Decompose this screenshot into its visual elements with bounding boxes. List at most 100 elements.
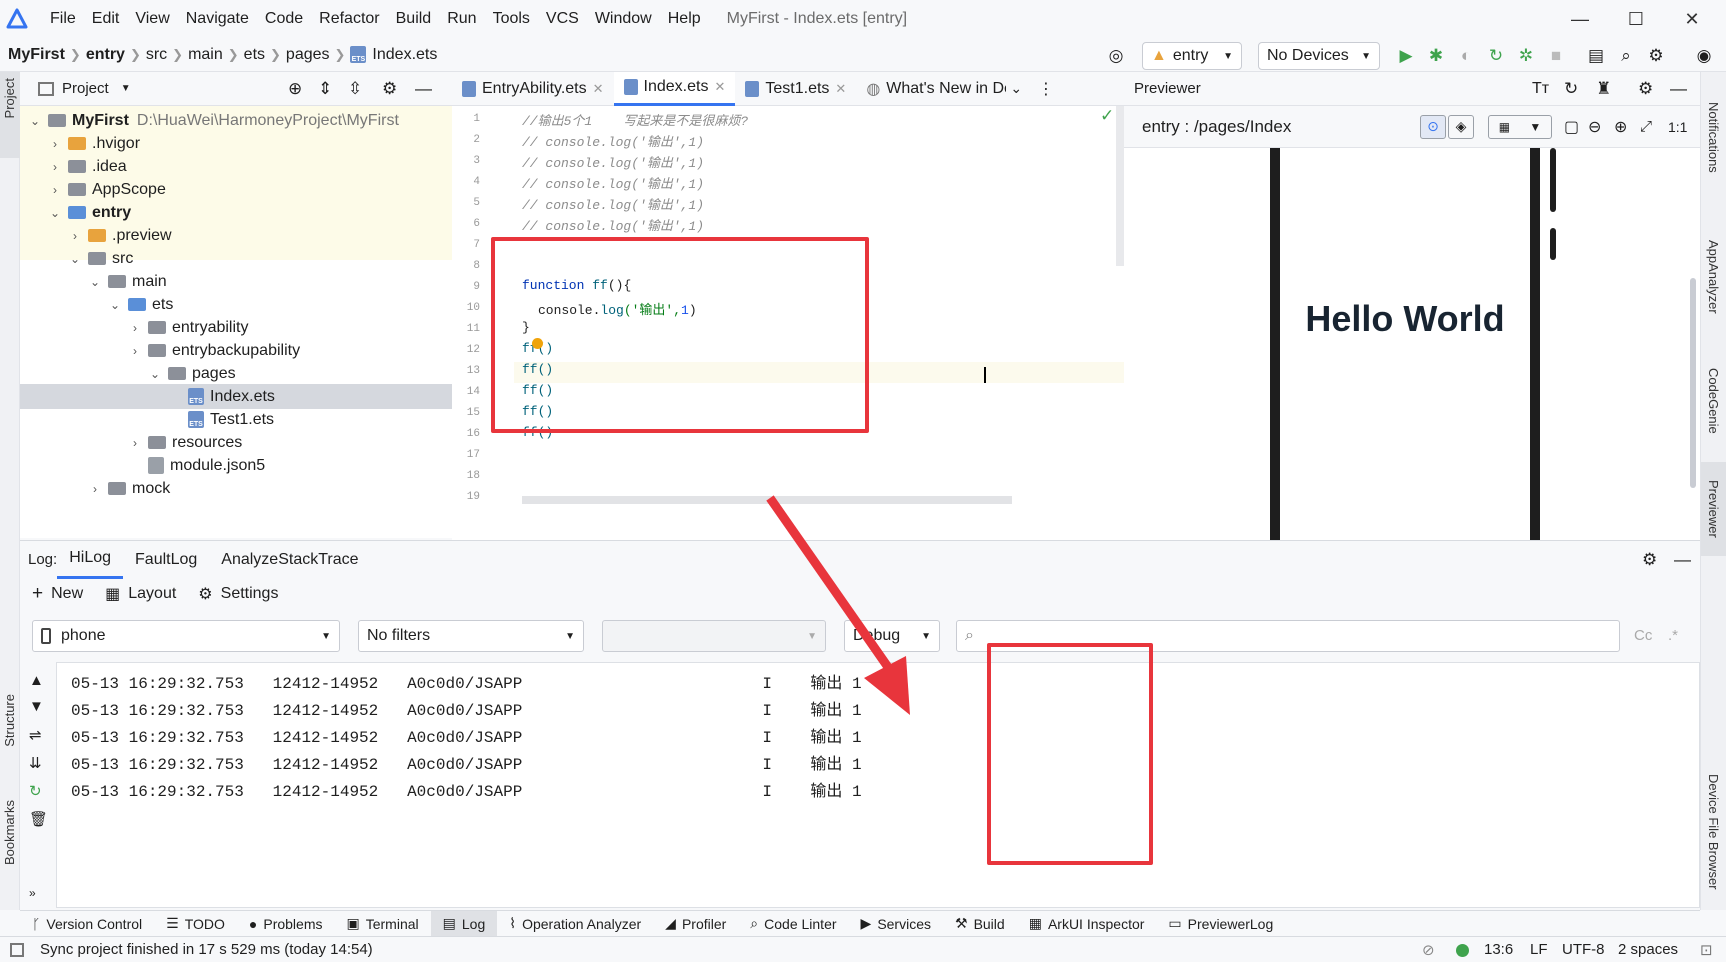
filter-mode-dropdown[interactable]: No filters ▼ <box>358 620 584 652</box>
new-button[interactable]: + New <box>32 583 83 605</box>
menu-tools[interactable]: Tools <box>485 10 538 28</box>
menu-edit[interactable]: Edit <box>84 10 128 28</box>
match-case-icon[interactable]: Cc <box>1634 627 1652 644</box>
search-icon[interactable]: ⌕ <box>1614 44 1638 68</box>
lock-icon[interactable]: ⊡ <box>1700 941 1713 959</box>
actual-size-icon[interactable]: 1:1 <box>1668 119 1687 135</box>
menu-help[interactable]: Help <box>660 10 709 28</box>
project-panel-title[interactable]: Project <box>62 80 109 97</box>
module-dropdown[interactable]: ▲ entry ▼ <box>1142 42 1242 70</box>
settings-icon[interactable]: ⚙ <box>1644 44 1668 68</box>
breadcrumb-main[interactable]: main <box>188 46 223 64</box>
menu-navigate[interactable]: Navigate <box>178 10 257 28</box>
indent-setting[interactable]: 2 spaces <box>1618 941 1678 958</box>
target-icon[interactable]: ◎ <box>1104 44 1128 68</box>
zoom-out-icon[interactable]: ⊖ <box>1588 117 1601 137</box>
side-tab-appanalyzer[interactable]: AppAnalyzer <box>1706 240 1721 314</box>
tree-item-appscope[interactable]: › AppScope <box>20 177 452 202</box>
status-message[interactable]: Sync project finished in 17 s 529 ms (to… <box>40 941 373 958</box>
file-encoding[interactable]: UTF-8 <box>1562 941 1605 958</box>
tool-arkui-inspector[interactable]: ▦ ArkUI Inspector <box>1017 911 1157 937</box>
close-tab-icon[interactable]: ✕ <box>835 81 846 97</box>
tool-terminal[interactable]: ▣ Terminal <box>335 911 431 937</box>
chevron-down-icon[interactable]: ⌄ <box>1010 80 1022 97</box>
tree-item-ets[interactable]: ⌄ ets <box>20 292 452 317</box>
apply-changes-icon[interactable]: ↻ <box>1484 44 1508 68</box>
breadcrumb-ets[interactable]: ets <box>244 46 265 64</box>
close-tab-icon[interactable]: ✕ <box>593 81 604 97</box>
menu-window[interactable]: Window <box>587 10 660 28</box>
close-tab-icon[interactable]: ✕ <box>714 79 725 95</box>
menu-build[interactable]: Build <box>388 10 440 28</box>
side-tab-notifications[interactable]: Notifications <box>1706 102 1721 173</box>
tree-item-entryability[interactable]: › entryability <box>20 315 452 340</box>
breadcrumb-project[interactable]: MyFirst <box>8 46 65 64</box>
side-tab-bookmarks[interactable]: Bookmarks <box>2 800 17 865</box>
more-icon[interactable]: » <box>29 886 36 900</box>
menu-file[interactable]: File <box>42 10 84 28</box>
attach-debugger-icon[interactable]: ◐ <box>1454 44 1478 68</box>
expand-all-icon[interactable]: ⇕ <box>318 79 332 99</box>
hide-panel-icon[interactable]: — <box>415 79 432 99</box>
tab-index[interactable]: Index.ets ✕ <box>613 71 736 106</box>
fit-screen-icon[interactable]: ⤢ <box>1640 118 1652 135</box>
tool-profiler[interactable]: ◢ Profiler <box>653 911 738 937</box>
log-row[interactable]: 05-13 16:29:32.753 12412-14952 A0c0d0/JS… <box>71 669 862 693</box>
tool-operation-analyzer[interactable]: ⌇ Operation Analyzer <box>497 911 653 937</box>
tree-item-test1-ets[interactable]: ETS Test1.ets <box>20 407 452 432</box>
menu-vcs[interactable]: VCS <box>538 10 587 28</box>
restart-icon[interactable]: ↻ <box>29 782 42 800</box>
tool-version-control[interactable]: ᚴ Version Control <box>20 911 154 937</box>
breadcrumb-file[interactable]: Index.ets <box>372 46 437 64</box>
debug-icon[interactable]: ✱ <box>1424 44 1448 68</box>
inspector-icon[interactable]: ♜ <box>1596 79 1611 99</box>
side-tab-previewer[interactable]: Previewer <box>1706 480 1721 538</box>
collapse-all-icon[interactable]: ⇳ <box>348 79 362 99</box>
tree-item-mock[interactable]: › mock <box>20 476 452 501</box>
gear-icon[interactable]: ⚙ <box>382 79 397 99</box>
tree-item-module-json5[interactable]: module.json5 <box>20 453 452 478</box>
more-options-icon[interactable]: ⋮ <box>1038 79 1054 99</box>
status-indicator-icon[interactable] <box>1456 944 1469 957</box>
hide-panel-icon[interactable]: — <box>1670 79 1687 99</box>
run-icon[interactable]: ▶ <box>1394 44 1418 68</box>
scroll-to-end-icon[interactable]: ⇊ <box>29 754 42 772</box>
log-row[interactable]: 05-13 16:29:32.753 12412-14952 A0c0d0/JS… <box>71 750 862 774</box>
previewer-scrollbar[interactable] <box>1690 278 1696 488</box>
breadcrumb-module[interactable]: entry <box>86 46 125 64</box>
side-tab-structure[interactable]: Structure <box>2 694 17 747</box>
tool-log[interactable]: ▤ Log <box>430 910 498 937</box>
minimize-icon[interactable]: — <box>1560 6 1600 32</box>
tree-item-myfirst[interactable]: ⌄ MyFirst D:\HuaWei\HarmoneyProject\MyFirs… <box>20 108 452 133</box>
profile-icon[interactable]: ✲ <box>1514 44 1538 68</box>
tree-item-idea[interactable]: › .idea <box>20 154 452 179</box>
tool-code-linter[interactable]: ⌕ Code Linter <box>738 911 848 937</box>
tree-item-index-ets[interactable]: ETS Index.ets <box>20 384 452 409</box>
cursor-position[interactable]: 13:6 <box>1484 941 1513 958</box>
tree-item-entrybackupability[interactable]: › entrybackupability <box>20 338 452 363</box>
side-tab-project[interactable]: Project <box>2 78 17 118</box>
line-separator[interactable]: LF <box>1530 941 1548 958</box>
tab-whats-new[interactable]: ◍What's New in Dev <box>856 72 1006 106</box>
tab-hilog[interactable]: HiLog <box>57 541 124 579</box>
menu-run[interactable]: Run <box>439 10 484 28</box>
power-save-icon[interactable]: ⊘ <box>1422 941 1435 959</box>
side-tab-codegenie[interactable]: CodeGenie <box>1706 368 1721 434</box>
device-preview-dropdown[interactable]: ▦ ▼ <box>1488 114 1552 139</box>
scroll-up-icon[interactable]: ▲ <box>29 672 44 689</box>
gear-icon[interactable]: ⚙ <box>1638 79 1653 99</box>
side-tab-device-file-browser[interactable]: Device File Browser <box>1706 774 1721 890</box>
tool-todo[interactable]: ☰ TODO <box>154 911 237 937</box>
tree-item-hvigor[interactable]: › .hvigor <box>20 131 452 156</box>
locate-icon[interactable]: ⊕ <box>288 79 302 99</box>
tab-faultlog[interactable]: FaultLog <box>123 541 209 579</box>
editor-scrollbar[interactable] <box>1116 106 1124 266</box>
tree-item-pages[interactable]: ⌄ pages <box>20 361 452 386</box>
soft-wrap-icon[interactable]: ⇌ <box>29 726 42 744</box>
log-row[interactable]: 05-13 16:29:32.753 12412-14952 A0c0d0/JS… <box>71 777 862 801</box>
chevron-down-icon[interactable]: ▼ <box>121 83 131 94</box>
log-settings-button[interactable]: ⚙ Settings <box>198 584 278 604</box>
log-row[interactable]: 05-13 16:29:32.753 12412-14952 A0c0d0/JS… <box>71 696 862 720</box>
tab-test1[interactable]: Test1.ets ✕ <box>735 72 856 106</box>
tree-item-preview[interactable]: › .preview <box>20 223 452 248</box>
